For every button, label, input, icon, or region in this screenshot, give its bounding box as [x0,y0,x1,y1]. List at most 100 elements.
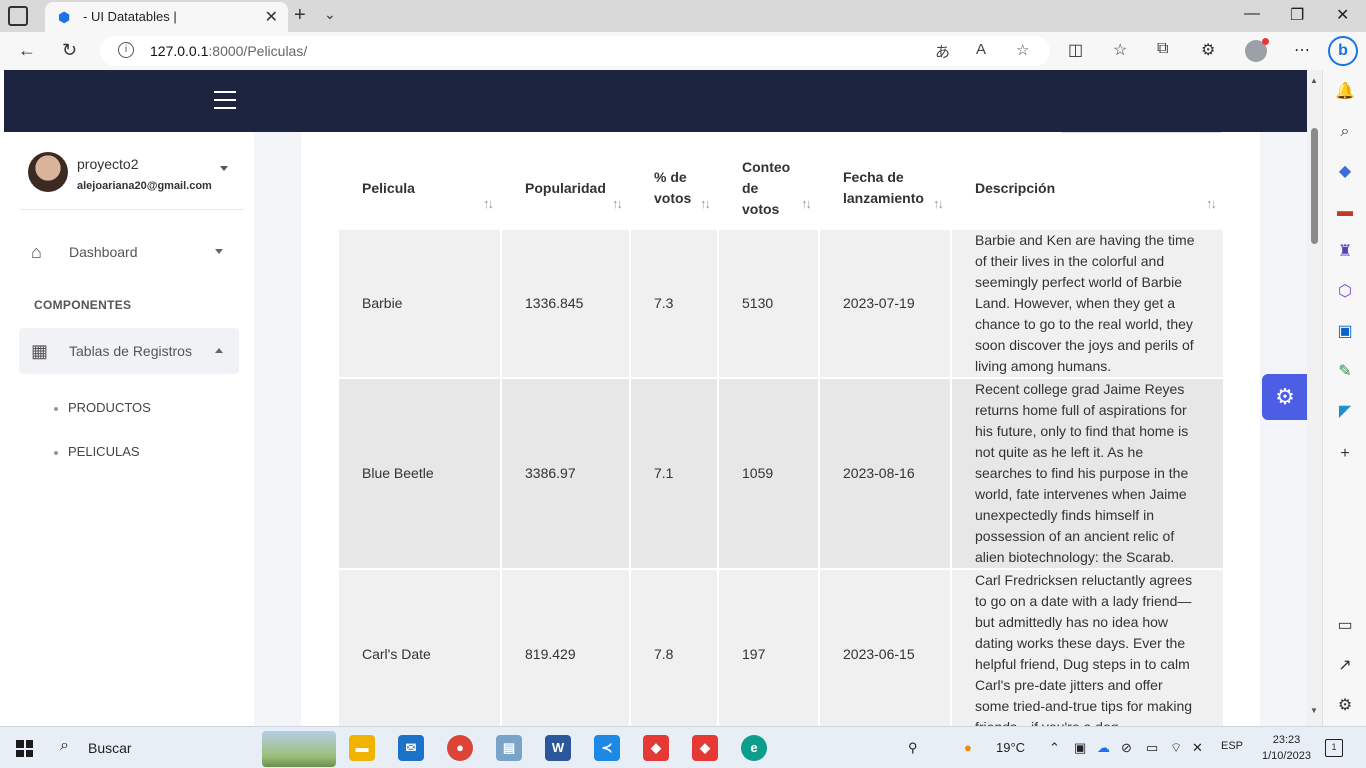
favorites-icon[interactable]: ☆ [1113,40,1127,60]
sidebar-panel-icon[interactable]: ▭ [1335,616,1355,636]
site-info-icon[interactable]: i [118,42,134,58]
onedrive-icon[interactable]: ☁ [1097,740,1110,756]
site-favicon-icon: ⬢ [58,9,71,25]
extensions-icon[interactable]: ⚙ [1201,40,1215,60]
avatar [28,152,68,192]
close-tab-icon[interactable]: ✕ [265,7,278,27]
sidebar-subitem-productos[interactable]: PRODUCTOS [54,400,151,415]
column-header-conteo[interactable]: Conteo de votos ↑↓ [719,148,818,228]
vscode-icon[interactable]: ≺ [594,735,620,761]
search-highlight-image [262,731,336,767]
cell-pelicula: Barbie [339,230,500,377]
people-icon[interactable]: ⚲ [908,740,918,756]
cell-popularidad: 819.429 [502,570,629,726]
url-text: 127.0.0.1:8000/Peliculas/ [150,43,308,59]
chevron-up-icon [215,348,223,353]
chess-icon[interactable]: ♜ [1335,242,1355,262]
cell-popularidad: 3386.97 [502,379,629,568]
url-bar[interactable]: i 127.0.0.1:8000/Peliculas/ あ A ☆ [100,36,1050,66]
hamburger-menu-icon[interactable] [214,91,236,109]
read-aloud-icon[interactable]: A [976,41,986,58]
designer-icon[interactable]: ✎ [1335,362,1355,382]
page-scrollbar[interactable]: ▲ ▼ [1307,70,1322,726]
microsoft365-icon[interactable]: ⬡ [1335,282,1355,302]
column-header-descripcion[interactable]: Descripción ↑↓ [952,148,1223,228]
browser-tab-bar: ⬢ - UI Datatables | ✕ + ⌄ — ❐ ✕ [0,0,1366,32]
sort-icon: ↑↓ [801,196,812,211]
scroll-down-icon[interactable]: ▼ [1310,706,1318,715]
cell-conteo: 1059 [719,379,818,568]
user-name: proyecto2 [77,156,139,172]
toolbox-icon[interactable]: ▬ [1335,202,1355,222]
cell-pelicula: Blue Beetle [339,379,500,568]
sort-icon: ↑↓ [483,196,494,211]
minimize-icon[interactable]: — [1244,5,1260,23]
weather-temp[interactable]: 19°C [996,740,1025,755]
edge-icon[interactable]: e [741,735,767,761]
browser-tab[interactable]: ⬢ - UI Datatables | ✕ [45,2,288,32]
copilot-icon[interactable]: b [1328,36,1358,66]
mail-icon[interactable]: ✉ [398,735,424,761]
sidebar-subitem-peliculas[interactable]: PELICULAS [54,444,140,459]
translate-icon[interactable]: あ [935,41,950,62]
scroll-up-icon[interactable]: ▲ [1310,76,1318,85]
scrollbar-thumb[interactable] [1311,128,1318,244]
battery-icon[interactable]: ▭ [1146,740,1158,756]
collections-icon[interactable]: ⧉ [1157,40,1168,58]
chrome-icon[interactable]: ● [447,735,473,761]
settings-icon[interactable]: ⚙ [1335,696,1355,716]
tab-actions-icon[interactable] [8,6,28,26]
taskbar-search-label[interactable]: Buscar [88,740,132,756]
close-window-icon[interactable]: ✕ [1336,5,1349,25]
sidebar-item-dashboard[interactable]: ⌂ Dashboard [19,229,239,275]
outlook-icon[interactable]: ▣ [1335,322,1355,342]
profile-avatar-icon[interactable] [1245,38,1269,62]
search-icon[interactable]: ⌕ [60,737,69,755]
column-header-votos[interactable]: % de votos ↑↓ [631,148,717,228]
network-off-icon[interactable]: ⊘ [1121,740,1132,756]
file-explorer-icon[interactable]: ▬ [349,735,375,761]
column-header-pelicula[interactable]: Pelicula ↑↓ [339,148,500,228]
language-indicator[interactable]: ESP [1221,740,1243,752]
settings-gear-button[interactable]: ⚙ [1262,374,1308,420]
table-icon: ▦ [31,341,49,361]
restore-icon[interactable]: ❐ [1290,5,1304,25]
git-icon[interactable]: ◆ [643,735,669,761]
windows-start-icon[interactable] [16,740,33,757]
table-row: Carl's Date 819.429 7.8 197 2023-06-15 C… [339,570,1223,726]
peliculas-table: Pelicula ↑↓ Popularidad ↑↓ % de votos ↑↓ Con… [337,146,1225,726]
weather-icon[interactable]: ● [964,740,972,755]
add-icon[interactable]: + [1335,444,1355,464]
open-external-icon[interactable]: ↗ [1335,656,1355,676]
user-email: alejoariana20@gmail.com [77,180,212,192]
column-header-popularidad[interactable]: Popularidad ↑↓ [502,148,629,228]
volume-muted-icon[interactable]: ✕ [1192,740,1203,756]
wifi-icon[interactable]: ⌔ [1170,740,1182,756]
new-tab-icon[interactable]: + [294,4,306,27]
photos-icon[interactable]: ▤ [496,735,522,761]
bell-icon[interactable]: 🔔 [1335,82,1355,102]
tab-title: - UI Datatables | [83,9,177,24]
home-icon: ⌂ [31,242,42,262]
cell-fecha: 2023-08-16 [820,379,950,568]
tag-icon[interactable]: ◆ [1335,162,1355,182]
back-icon[interactable]: ← [18,40,36,61]
tab-list-chevron-icon[interactable]: ⌄ [324,6,336,23]
git-icon-2[interactable]: ◆ [692,735,718,761]
column-header-fecha[interactable]: Fecha de lanzamiento ↑↓ [820,148,950,228]
more-menu-icon[interactable]: ⋯ [1294,40,1310,60]
sidebar-item-tablas[interactable]: ▦ Tablas de Registros [19,328,239,374]
search-icon[interactable]: ⌕ [1335,122,1355,142]
notification-icon[interactable]: 1 [1325,739,1343,757]
word-icon[interactable]: W [545,735,571,761]
cell-popularidad: 1336.845 [502,230,629,377]
sort-icon: ↑↓ [612,196,623,211]
favorite-star-icon[interactable]: ☆ [1016,41,1029,59]
camera-icon[interactable]: ▣ [1074,740,1086,756]
reload-icon[interactable]: ↻ [62,40,77,61]
split-screen-icon[interactable]: ◫ [1068,40,1083,60]
send-icon[interactable]: ◤ [1335,402,1355,422]
chevron-up-icon[interactable]: ⌃ [1049,740,1060,756]
user-menu-caret-icon[interactable] [220,166,228,171]
taskbar-clock[interactable]: 23:23 1/10/2023 [1262,732,1311,764]
